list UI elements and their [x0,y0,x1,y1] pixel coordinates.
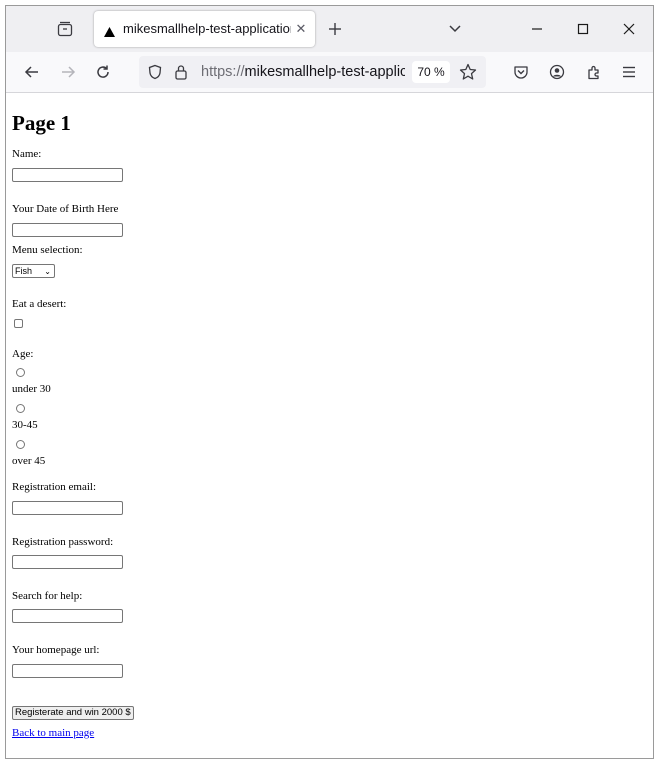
navigation-bar: https://mikesmallhelp-test-application 7… [6,52,653,93]
menu-select-value: Fish [15,266,33,276]
close-icon[interactable] [618,18,640,40]
pocket-icon[interactable] [509,60,533,84]
name-input[interactable] [12,168,123,182]
maximize-icon[interactable] [572,18,594,40]
age-option-label: 30-45 [12,419,38,431]
tabs-overflow-icon[interactable] [444,18,466,40]
tab-list-icon[interactable] [54,18,76,40]
dob-input[interactable] [12,223,123,237]
homepage-label: Your homepage url: [12,644,100,656]
address-bar[interactable]: https://mikesmallhelp-test-application 7… [139,56,486,88]
lock-icon[interactable] [171,62,191,82]
extensions-icon[interactable] [582,60,606,84]
page-title: Page 1 [12,111,71,135]
page-content: Page 1 Name: Your Date of Birth Here Men… [6,93,653,758]
age-radio-30-45[interactable] [16,404,25,413]
register-button[interactable]: Registerate and win 2000 $ [12,706,134,720]
url-text[interactable]: https://mikesmallhelp-test-application [201,64,405,80]
password-label: Registration password: [12,536,114,548]
password-input[interactable] [12,555,123,569]
close-tab-icon[interactable]: ✕ [294,21,308,37]
account-icon[interactable] [545,60,569,84]
browser-window: mikesmallhelp-test-application ✕ https:/… [5,5,654,759]
age-radio-over-45[interactable] [16,440,25,449]
age-option-label: over 45 [12,455,46,467]
bookmark-star-icon[interactable] [458,62,478,82]
shield-icon[interactable] [145,62,165,82]
tab-title: mikesmallhelp-test-application [123,21,291,36]
triangle-icon [104,24,115,42]
back-to-main-link[interactable]: Back to main page [12,727,94,739]
age-radio-under-30[interactable] [16,368,25,377]
age-option-label: under 30 [12,383,51,395]
minimize-icon[interactable] [526,18,548,40]
menu-icon[interactable] [617,60,641,84]
menu-label: Menu selection: [12,244,83,256]
zoom-level-button[interactable]: 70 % [412,61,450,83]
dessert-label: Eat a desert: [12,298,67,310]
tab-strip: mikesmallhelp-test-application ✕ [6,6,653,52]
chevron-down-icon: ⌄ [44,267,51,276]
active-tab[interactable]: mikesmallhelp-test-application ✕ [94,11,315,47]
dessert-checkbox[interactable] [14,319,23,328]
back-icon[interactable] [20,60,44,84]
name-label: Name: [12,148,42,160]
homepage-input[interactable] [12,664,123,678]
search-input[interactable] [12,609,123,623]
email-label: Registration email: [12,481,97,493]
forward-icon[interactable] [56,60,80,84]
reload-icon[interactable] [91,60,115,84]
email-input[interactable] [12,501,123,515]
search-label: Search for help: [12,590,83,602]
new-tab-icon[interactable] [324,18,346,40]
url-host: mikesmallhelp-test-application [244,64,405,80]
age-label: Age: [12,348,34,360]
menu-select[interactable]: Fish ⌄ [12,264,55,278]
url-scheme: https:// [201,64,245,80]
dob-label: Your Date of Birth Here [12,203,119,215]
